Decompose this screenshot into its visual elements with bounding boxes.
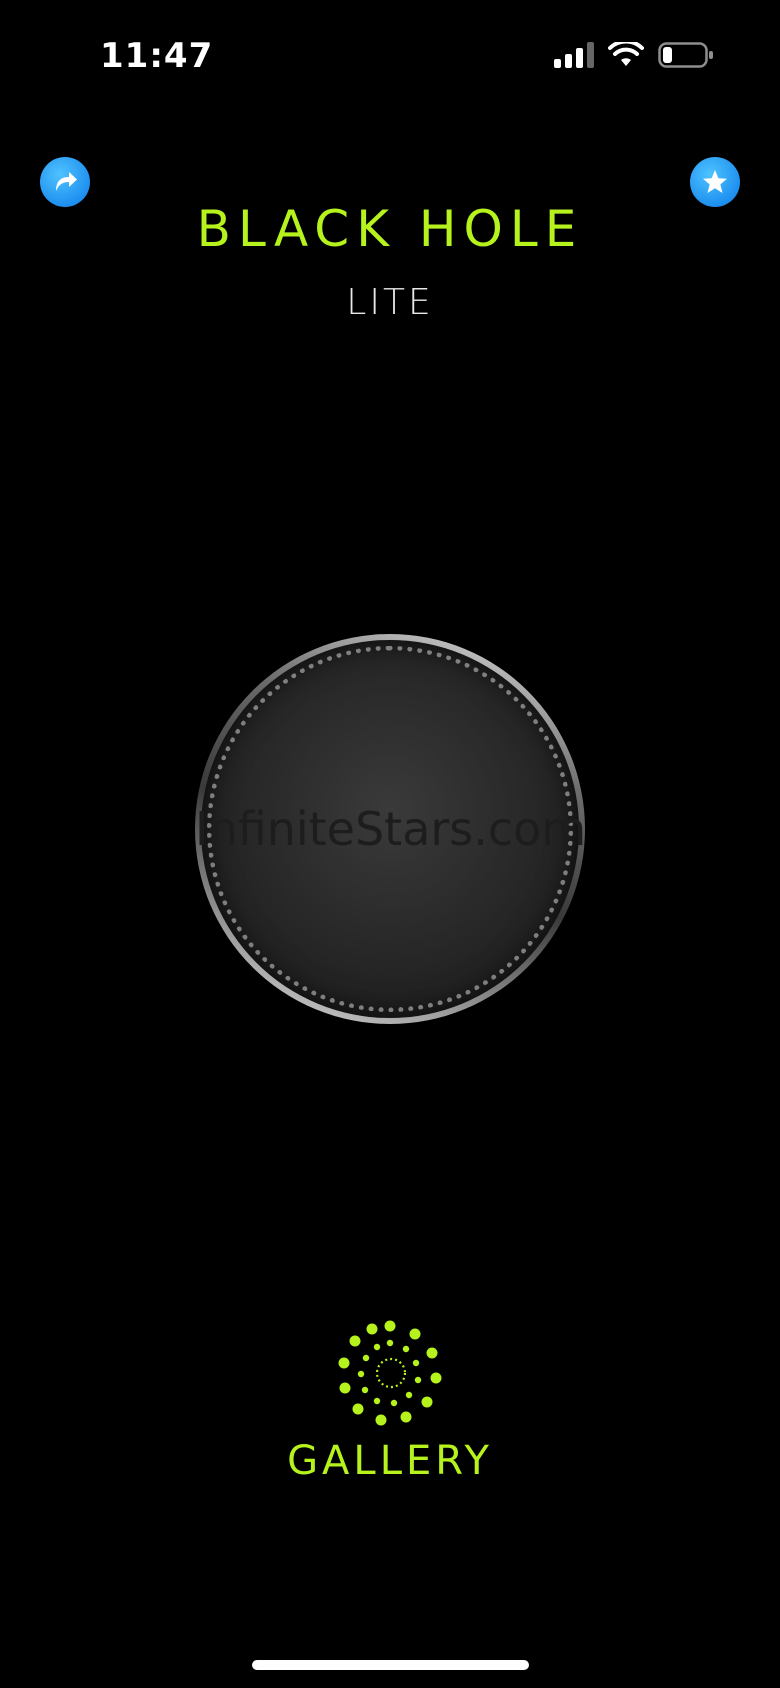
status-icons (554, 42, 714, 68)
share-arrow-icon (56, 172, 77, 191)
watermark-text: InfiniteStars.com (195, 802, 585, 856)
cellular-signal-icon (554, 42, 594, 68)
wifi-icon (608, 42, 644, 66)
black-hole-button[interactable]: InfiniteStars.com (195, 634, 585, 1024)
app-subtitle: LITE (346, 282, 434, 323)
app-title: BLACK HOLE (196, 200, 584, 258)
status-time: 11:47 (100, 36, 214, 76)
gallery-dots-icon (338, 1320, 442, 1426)
gallery-button[interactable]: GALLERY (270, 1318, 510, 1508)
home-indicator[interactable] (252, 1660, 529, 1670)
star-icon (703, 170, 727, 193)
battery-icon (658, 42, 713, 68)
gallery-label: GALLERY (287, 1438, 493, 1484)
